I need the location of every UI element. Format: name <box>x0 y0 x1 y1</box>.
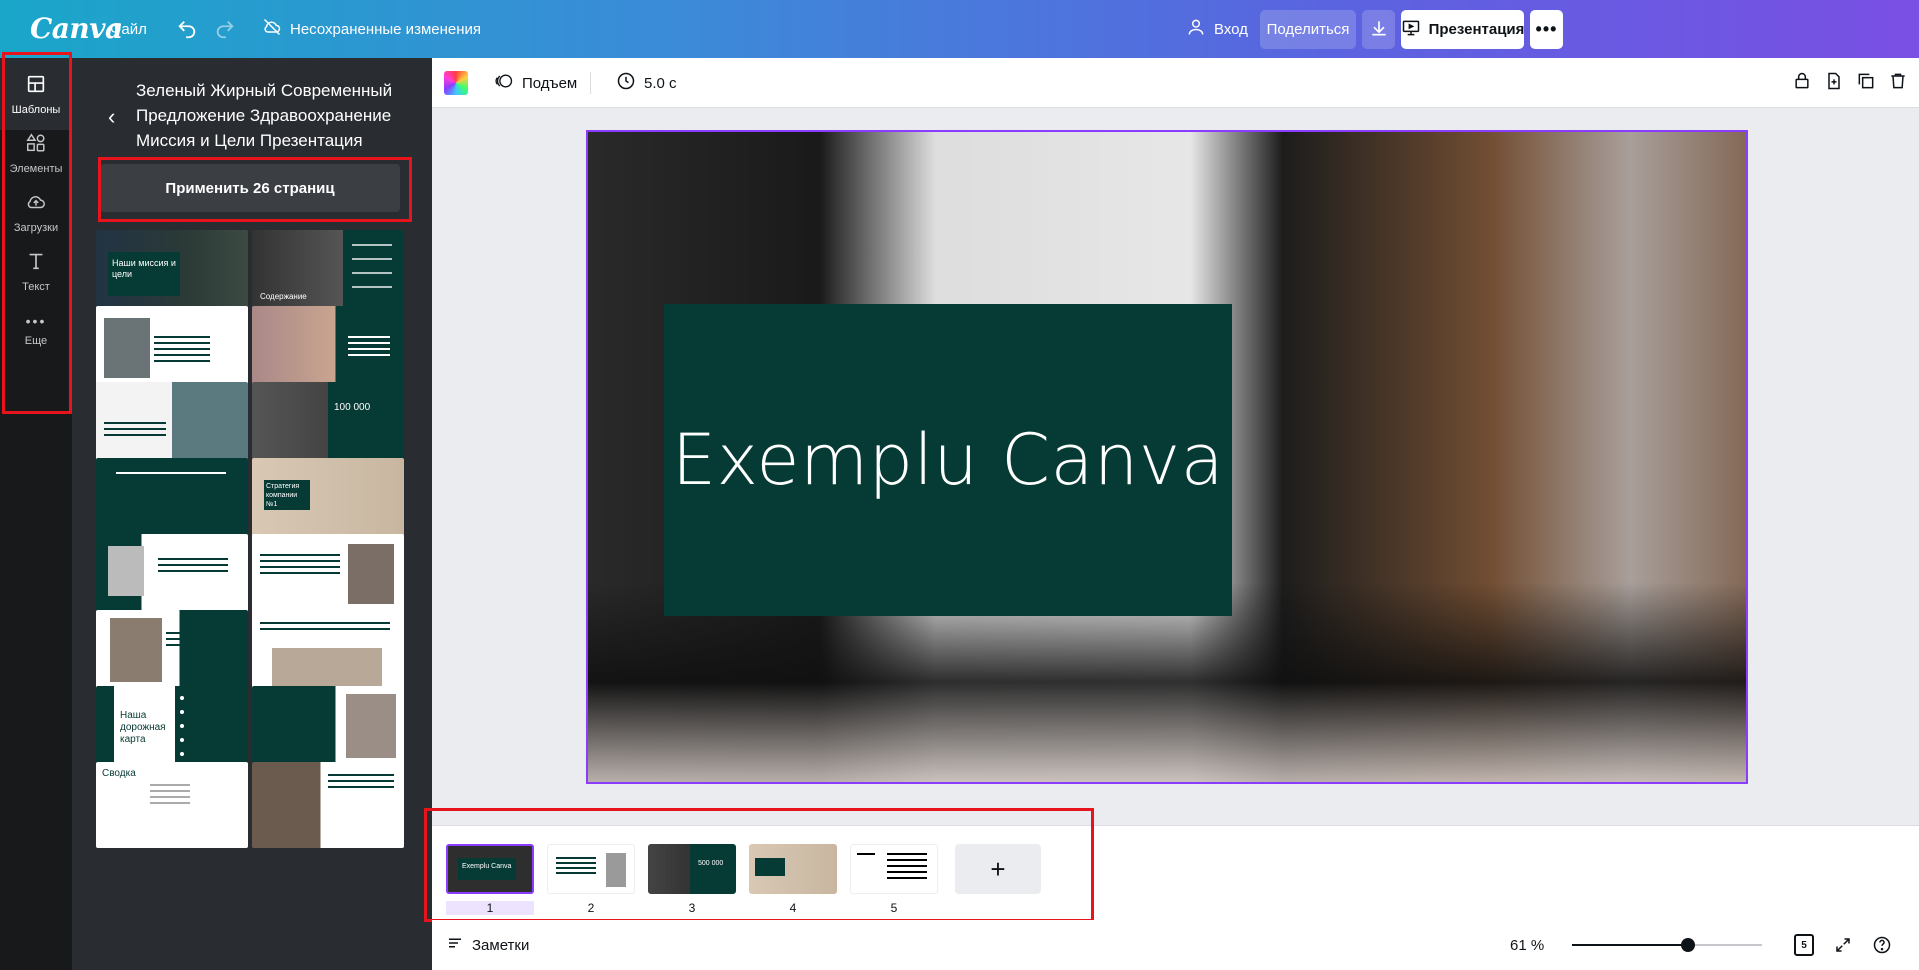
template-thumb[interactable]: Сводка <box>96 762 248 848</box>
save-status: Несохраненные изменения <box>262 0 481 58</box>
template-thumb[interactable] <box>96 534 248 620</box>
template-thumb[interactable] <box>252 306 404 392</box>
zoom-slider[interactable] <box>1572 920 1762 970</box>
more-dots-icon: ••• <box>1535 19 1558 39</box>
present-button[interactable]: Презентация <box>1401 10 1524 49</box>
download-icon <box>1369 18 1389 42</box>
duration-label: 5.0 с <box>644 74 677 92</box>
template-thumb[interactable] <box>96 458 248 544</box>
zoom-slider-knob[interactable] <box>1681 938 1695 952</box>
back-chevron-icon[interactable]: ‹ <box>108 104 115 130</box>
download-button[interactable] <box>1362 10 1395 49</box>
more-options-button[interactable]: ••• <box>1530 10 1563 49</box>
presentation-icon <box>1401 18 1421 42</box>
highlight-box-pages <box>424 808 1094 922</box>
add-page-icon[interactable] <box>1824 71 1844 95</box>
animation-button[interactable]: Подъем <box>494 58 577 108</box>
canva-logo[interactable]: Canva <box>30 12 123 45</box>
lock-icon[interactable] <box>1792 71 1812 95</box>
file-menu[interactable]: Файл <box>110 0 147 58</box>
page-actions <box>1792 58 1908 108</box>
bottom-bar: Заметки 61 % 5 <box>432 920 1919 970</box>
highlight-box-rail <box>2 52 72 414</box>
notes-icon <box>446 934 464 956</box>
template-thumb[interactable] <box>96 382 248 468</box>
color-swatch-icon <box>444 71 468 95</box>
cloud-off-icon <box>262 17 282 41</box>
color-picker-button[interactable] <box>444 58 468 108</box>
clock-icon <box>616 71 636 95</box>
template-thumb[interactable] <box>252 610 404 696</box>
template-thumb[interactable] <box>252 534 404 620</box>
template-thumb[interactable] <box>252 686 404 772</box>
template-thumb[interactable]: Наша дорожная карта <box>96 686 248 772</box>
duration-button[interactable]: 5.0 с <box>616 58 677 108</box>
animation-icon <box>494 71 514 95</box>
duplicate-page-icon[interactable] <box>1856 71 1876 95</box>
template-thumb[interactable] <box>252 762 404 848</box>
zoom-percent[interactable]: 61 % <box>1510 920 1544 970</box>
toolbar-divider <box>590 72 591 94</box>
undo-icon[interactable] <box>176 0 198 58</box>
template-thumb[interactable]: 100 000 <box>252 382 404 468</box>
editor-toolbar: Подъем 5.0 с <box>432 58 1919 108</box>
help-icon[interactable] <box>1872 920 1892 970</box>
highlight-box-apply <box>98 157 412 222</box>
user-icon <box>1186 17 1206 41</box>
template-thumb[interactable]: Наши миссия и цели <box>96 230 248 316</box>
top-bar: Canva Файл Несохраненные изменения Вход … <box>0 0 1919 58</box>
save-status-text: Несохраненные изменения <box>290 20 482 38</box>
page-count-button[interactable]: 5 <box>1794 920 1814 970</box>
template-thumb[interactable]: Содержание <box>252 230 404 316</box>
fullscreen-icon[interactable] <box>1834 920 1852 970</box>
template-thumb[interactable] <box>96 610 248 696</box>
notes-button[interactable]: Заметки <box>446 920 529 970</box>
login-label: Вход <box>1214 20 1248 38</box>
redo-icon[interactable] <box>214 0 236 58</box>
slide-title-box[interactable]: Exemplu Canva <box>664 304 1232 616</box>
login-button[interactable]: Вход <box>1186 0 1248 58</box>
notes-label: Заметки <box>472 936 530 954</box>
trash-icon[interactable] <box>1888 71 1908 95</box>
template-thumb[interactable] <box>96 306 248 392</box>
template-thumb[interactable]: Стратегия компании №1 <box>252 458 404 544</box>
template-title: Зеленый Жирный Современный Предложение З… <box>136 81 393 150</box>
slide-canvas[interactable]: Exemplu Canva <box>586 130 1748 784</box>
share-button[interactable]: Поделиться <box>1260 10 1356 49</box>
slide-title[interactable]: Exemplu Canva <box>672 419 1224 501</box>
present-label: Презентация <box>1428 21 1525 38</box>
page-count: 5 <box>1794 934 1814 956</box>
animation-label: Подъем <box>522 74 578 92</box>
